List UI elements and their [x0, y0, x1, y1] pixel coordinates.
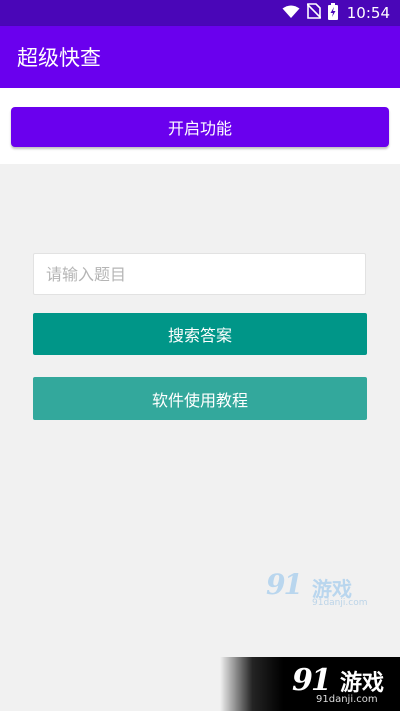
top-panel: 开启功能 — [0, 88, 400, 164]
search-answer-button[interactable]: 搜索答案 — [33, 313, 367, 355]
app-bar: 超级快查 — [0, 26, 400, 88]
watermark-url: 91danji.com — [312, 598, 368, 608]
question-input[interactable] — [33, 253, 366, 295]
tutorial-button[interactable]: 软件使用教程 — [33, 377, 367, 420]
status-time: 10:54 — [346, 4, 390, 22]
watermark-logo: 91 游戏 91danji.com — [266, 568, 368, 610]
enable-feature-button[interactable]: 开启功能 — [11, 107, 389, 147]
app-title: 超级快查 — [17, 46, 101, 70]
watermark-brand-number: 91 — [266, 568, 303, 601]
watermark-banner-url: 91danji.com — [316, 694, 378, 705]
status-bar: 10:54 — [0, 0, 400, 26]
wifi-icon — [282, 4, 300, 23]
watermark-banner-number: 91 — [292, 663, 332, 698]
watermark-banner: 91 游戏 91danji.com — [220, 657, 400, 711]
app-screen: 10:54 超级快查 开启功能 搜索答案 软件使用教程 91 游戏 91danj… — [0, 0, 400, 711]
watermark-banner-name: 游戏 — [340, 671, 385, 696]
battery-charging-icon — [327, 2, 338, 24]
no-sim-icon — [306, 3, 322, 23]
status-icons: 10:54 — [282, 2, 390, 24]
